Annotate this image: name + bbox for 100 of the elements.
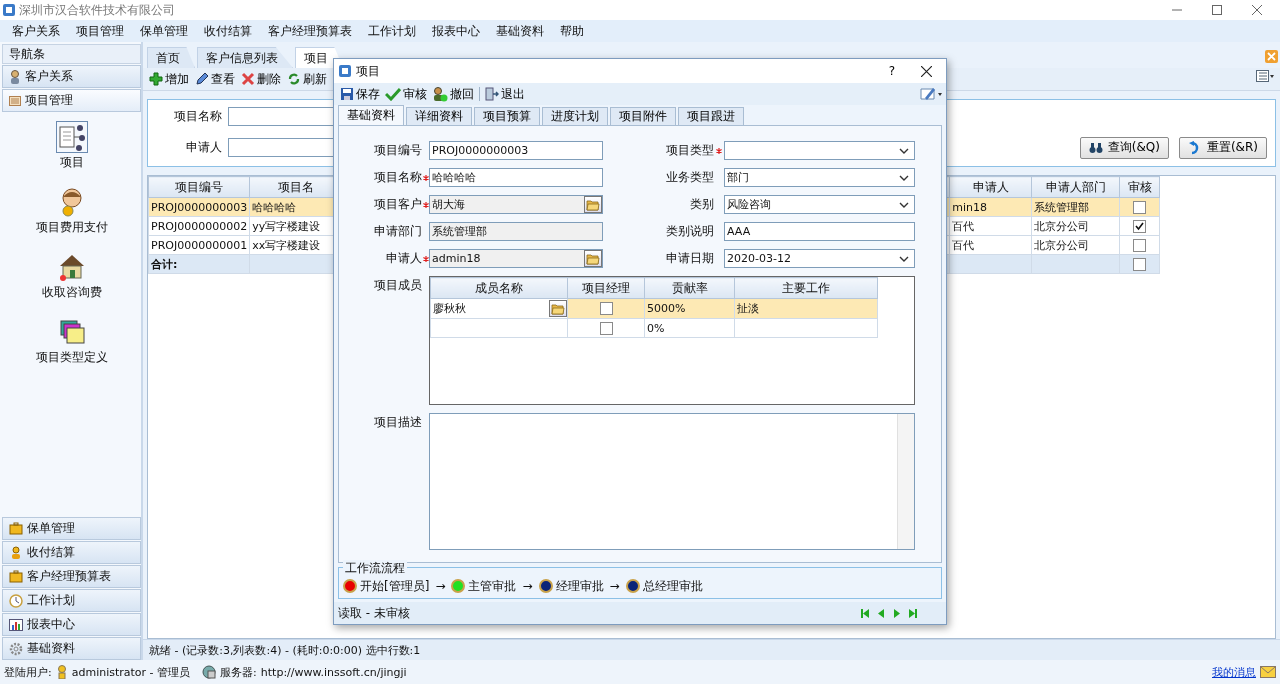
checkbox[interactable] bbox=[1133, 257, 1147, 271]
menu-item[interactable]: 客户经理预算表 bbox=[268, 22, 352, 40]
briefcase-icon bbox=[9, 522, 23, 535]
chevron-down-icon[interactable] bbox=[899, 255, 909, 262]
chevron-down-icon[interactable] bbox=[899, 174, 909, 181]
toolbar-button[interactable]: 保存 bbox=[340, 85, 380, 103]
status-text: 就绪 - (记录数:3,列表数:4) - (耗时:0:0:00) 选中行数:1 bbox=[143, 639, 1280, 660]
nav-group[interactable]: 保单管理 bbox=[2, 517, 141, 540]
table-cell: 百代 bbox=[949, 235, 1032, 255]
tab[interactable]: 项目跟进 bbox=[678, 107, 744, 125]
column-header[interactable]: 贡献率 bbox=[644, 277, 735, 299]
cross-icon bbox=[241, 72, 255, 86]
next-record-button[interactable] bbox=[892, 607, 902, 619]
last-record-button[interactable] bbox=[908, 607, 918, 619]
tab[interactable]: 进度计划 bbox=[542, 107, 608, 125]
menu-item[interactable]: 报表中心 bbox=[432, 22, 480, 40]
nav-item[interactable]: 项目费用支付 bbox=[33, 185, 110, 238]
column-header[interactable]: 申请人 bbox=[949, 176, 1032, 198]
tab[interactable]: 首页 bbox=[147, 47, 195, 68]
field-label: 项目名称 bbox=[373, 169, 422, 186]
table-cell: 北京分公司 bbox=[1031, 216, 1120, 236]
maximize-icon[interactable] bbox=[1212, 5, 1222, 15]
input-field[interactable]: PROJ0000000003 bbox=[429, 141, 603, 160]
nav-group[interactable]: 项目管理 bbox=[2, 89, 141, 112]
chart-icon bbox=[9, 618, 23, 631]
pen-dropdown-icon[interactable] bbox=[920, 86, 942, 102]
menu-item[interactable]: 帮助 bbox=[560, 22, 584, 40]
lookup-field[interactable]: 胡大海 bbox=[429, 195, 603, 214]
nav-group[interactable]: 报表中心 bbox=[2, 613, 141, 636]
lookup-field[interactable]: 廖秋秋 bbox=[431, 299, 567, 318]
dropdown-field[interactable]: 部门 bbox=[724, 168, 915, 187]
table-cell: 北京分公司 bbox=[1031, 235, 1120, 255]
nav-item[interactable]: 项目 bbox=[54, 120, 89, 173]
previous-record-button[interactable] bbox=[876, 607, 886, 619]
clock-icon bbox=[9, 593, 23, 608]
toolbar-button[interactable]: 刷新 bbox=[287, 70, 327, 88]
nav-item[interactable]: 收取咨询费 bbox=[39, 250, 104, 303]
chevron-down-icon[interactable] bbox=[899, 201, 909, 208]
envelope-icon[interactable] bbox=[1260, 666, 1276, 678]
toolbar-button[interactable]: 审核 bbox=[385, 85, 427, 103]
lookup-button[interactable] bbox=[584, 196, 602, 213]
column-header[interactable]: 项目编号 bbox=[148, 176, 250, 198]
list-view-icon[interactable] bbox=[1256, 70, 1274, 82]
toolbar-button[interactable]: 退出 bbox=[485, 85, 525, 103]
dropdown-field[interactable]: 2020-03-12 bbox=[724, 249, 915, 268]
input-field[interactable]: AAA bbox=[724, 222, 915, 241]
toolbar-button[interactable]: 查看 bbox=[195, 70, 235, 88]
checkbox[interactable] bbox=[1133, 200, 1147, 214]
tab[interactable]: 基础资料 bbox=[338, 105, 404, 125]
tab[interactable]: 项目附件 bbox=[610, 107, 676, 125]
column-header[interactable]: 审核 bbox=[1119, 176, 1160, 198]
checkbox[interactable] bbox=[599, 321, 613, 335]
toolbar-button[interactable]: 删除 bbox=[241, 70, 281, 88]
nav-group[interactable]: 收付结算 bbox=[2, 541, 141, 564]
menu-item[interactable]: 工作计划 bbox=[368, 22, 416, 40]
nav-group[interactable]: 客户经理预算表 bbox=[2, 565, 141, 588]
column-header[interactable]: 主要工作 bbox=[734, 277, 878, 299]
nav-group[interactable]: 客户关系 bbox=[2, 65, 141, 88]
nav-group[interactable]: 基础资料 bbox=[2, 637, 141, 660]
nav-group[interactable]: 工作计划 bbox=[2, 589, 141, 612]
toolbar-button[interactable]: 撤回 bbox=[432, 85, 474, 103]
workflow-title: 工作流流程 bbox=[343, 560, 407, 577]
input-field[interactable]: 哈哈哈哈 bbox=[429, 168, 603, 187]
menu-item[interactable]: 收付结算 bbox=[204, 22, 252, 40]
column-header[interactable]: 申请人部门 bbox=[1031, 176, 1120, 198]
input-field[interactable]: 系统管理部 bbox=[429, 222, 603, 241]
column-header[interactable]: 项目经理 bbox=[567, 277, 645, 299]
help-button[interactable]: ? bbox=[888, 64, 895, 78]
required-icon bbox=[422, 255, 429, 262]
menu-item[interactable]: 客户关系 bbox=[12, 22, 60, 40]
chevron-down-icon[interactable] bbox=[899, 147, 909, 154]
menu-item[interactable]: 保单管理 bbox=[140, 22, 188, 40]
messages-link[interactable]: 我的消息 bbox=[1212, 664, 1256, 680]
nav-item[interactable]: 项目类型定义 bbox=[33, 315, 110, 368]
checkbox[interactable] bbox=[599, 302, 613, 316]
table-cell: PROJ0000000002 bbox=[148, 216, 250, 236]
search-button[interactable]: 查询(&Q) bbox=[1079, 136, 1169, 159]
dropdown-field[interactable]: 风险咨询 bbox=[724, 195, 915, 214]
document-network-icon bbox=[56, 122, 87, 152]
lookup-button[interactable] bbox=[584, 250, 602, 267]
briefcase-icon bbox=[9, 570, 23, 583]
menu-item[interactable]: 基础资料 bbox=[496, 22, 544, 40]
lookup-button[interactable] bbox=[549, 300, 567, 317]
step-label: 经理审批 bbox=[555, 577, 604, 595]
tab[interactable]: 客户信息列表 bbox=[197, 47, 293, 68]
toolbar-button[interactable]: 增加 bbox=[149, 70, 189, 88]
required-icon bbox=[422, 174, 429, 181]
column-header[interactable]: 成员名称 bbox=[430, 277, 568, 299]
tab[interactable]: 项目预算 bbox=[474, 107, 540, 125]
checkbox[interactable] bbox=[1133, 238, 1147, 252]
tab[interactable]: 详细资料 bbox=[406, 107, 472, 125]
menu-item[interactable]: 项目管理 bbox=[76, 22, 124, 40]
description-field[interactable] bbox=[429, 413, 915, 550]
lookup-field[interactable]: admin18 bbox=[429, 249, 603, 268]
checkbox[interactable] bbox=[1133, 219, 1147, 233]
reset-button[interactable]: 重置(&R) bbox=[1178, 136, 1267, 159]
first-record-button[interactable] bbox=[860, 607, 870, 619]
close-icon[interactable] bbox=[921, 65, 932, 77]
folder-icon bbox=[586, 252, 600, 265]
dropdown-field[interactable] bbox=[724, 141, 915, 160]
